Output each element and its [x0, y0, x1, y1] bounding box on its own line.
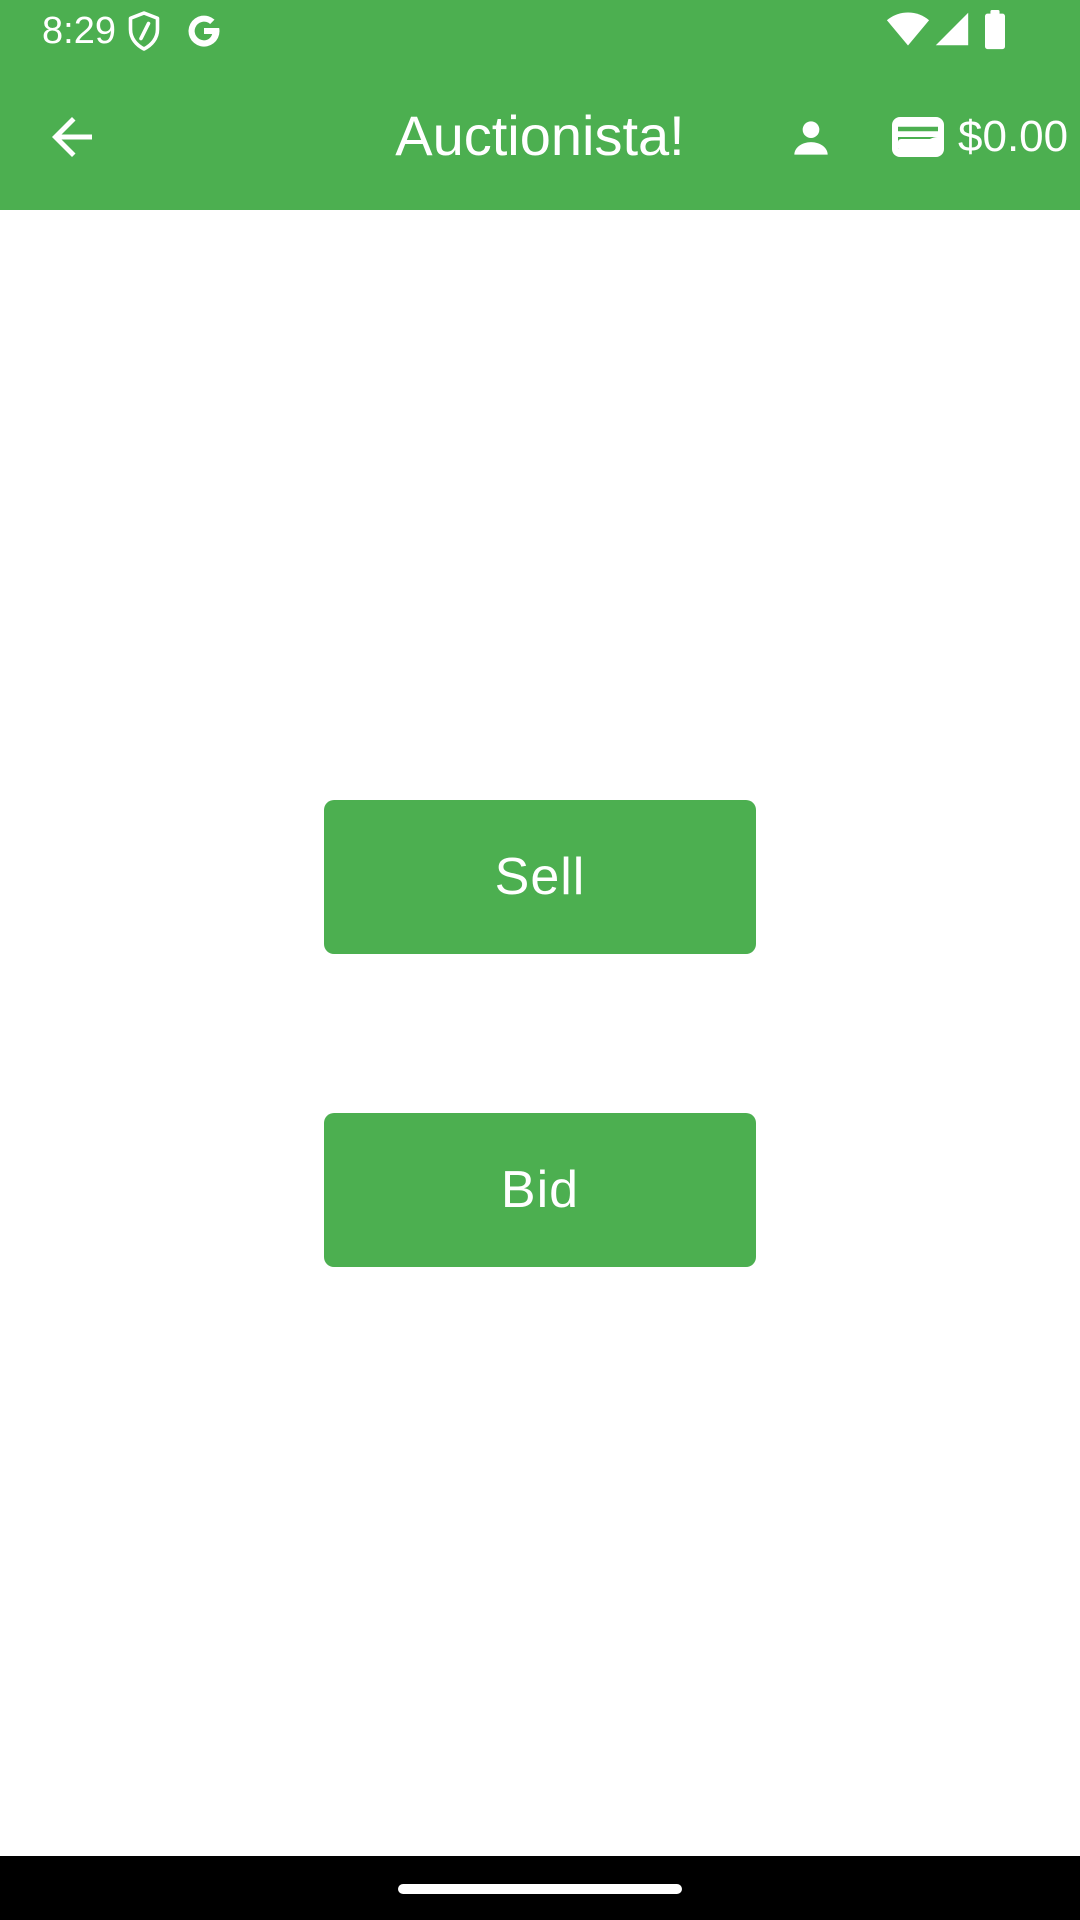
status-time: 8:29: [42, 10, 116, 52]
sell-button[interactable]: Sell: [324, 800, 756, 954]
wallet-balance[interactable]: $0.00: [890, 107, 1068, 167]
wallet-amount: $0.00: [958, 112, 1069, 161]
status-bar: 8:29: [0, 0, 1080, 63]
wallet-icon: [892, 117, 944, 157]
home-indicator[interactable]: [398, 1884, 682, 1894]
bid-button[interactable]: Bid: [324, 1113, 756, 1267]
navigation-bar: [0, 1856, 1080, 1920]
cellular-signal-icon: [935, 12, 969, 46]
google-g-icon: [188, 15, 220, 47]
battery-icon: [985, 10, 1005, 50]
app-bar: Auctionista! $0.00: [0, 63, 1080, 210]
person-icon[interactable]: [786, 113, 836, 163]
shield-icon: [128, 11, 160, 51]
wifi-icon: [886, 12, 930, 46]
